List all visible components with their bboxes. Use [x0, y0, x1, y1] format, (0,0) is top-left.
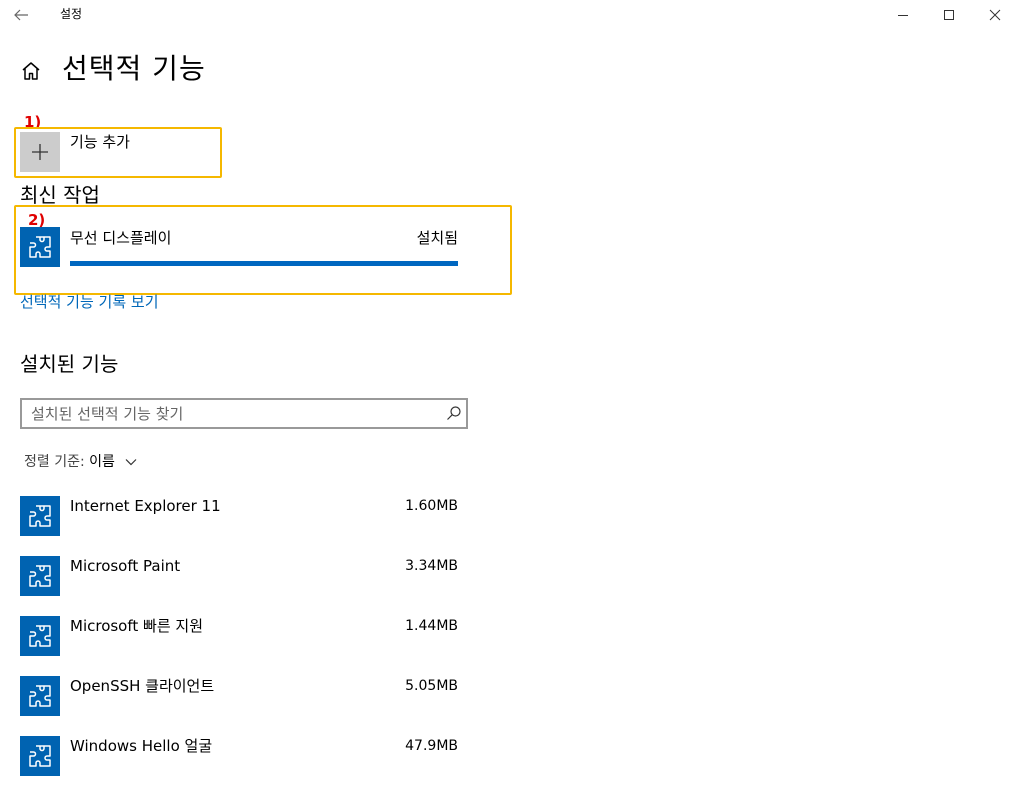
puzzle-icon: [20, 676, 60, 716]
list-item[interactable]: Internet Explorer 11 1.60MB: [20, 496, 460, 536]
list-item[interactable]: Microsoft Paint 3.34MB: [20, 556, 460, 596]
recent-feature-status: 설치됨: [416, 229, 458, 247]
chevron-down-icon: [125, 459, 137, 466]
feature-name: Internet Explorer 11: [70, 497, 221, 515]
home-icon[interactable]: [20, 60, 42, 82]
recent-feature-name: 무선 디스플레이: [70, 229, 172, 247]
plus-icon: [32, 144, 48, 160]
install-progress-bar: [70, 261, 458, 266]
puzzle-icon: [20, 556, 60, 596]
window-title: 설정: [60, 7, 83, 21]
maximize-button[interactable]: [926, 0, 972, 30]
sort-dropdown[interactable]: 정렬 기준: 이름: [24, 452, 137, 472]
feature-size: 47.9MB: [405, 738, 458, 754]
close-button[interactable]: [972, 0, 1012, 30]
close-icon: [989, 9, 1001, 21]
feature-name: Windows Hello 얼굴: [70, 737, 213, 755]
feature-size: 3.34MB: [405, 558, 458, 574]
puzzle-icon: [20, 227, 60, 267]
feature-size: 5.05MB: [405, 678, 458, 694]
sort-value: 이름: [89, 454, 115, 470]
maximize-icon: [944, 10, 954, 20]
add-feature-label[interactable]: 기능 추가: [70, 132, 130, 152]
search-input[interactable]: [22, 400, 432, 427]
feature-name: Microsoft 빠른 지원: [70, 617, 203, 635]
search-box[interactable]: [20, 398, 468, 429]
feature-size: 1.60MB: [405, 498, 458, 514]
feature-name: Microsoft Paint: [70, 557, 181, 575]
feature-size: 1.44MB: [405, 618, 458, 634]
sort-label: 정렬 기준:: [24, 454, 85, 470]
add-feature-button[interactable]: [20, 132, 60, 172]
puzzle-icon: [20, 616, 60, 656]
list-item[interactable]: Windows Hello 얼굴 47.9MB: [20, 736, 460, 776]
feature-history-link[interactable]: 선택적 기능 기록 보기: [20, 292, 159, 312]
install-progress-fill: [70, 261, 458, 266]
back-icon[interactable]: [12, 6, 30, 24]
minimize-button[interactable]: [880, 0, 926, 30]
page-title: 선택적 기능: [62, 52, 206, 85]
list-item[interactable]: Microsoft 빠른 지원 1.44MB: [20, 616, 460, 656]
installed-features-heading: 설치된 기능: [20, 352, 119, 376]
feature-name: OpenSSH 클라이언트: [70, 677, 215, 695]
puzzle-icon: [20, 736, 60, 776]
annotation-box-2: [14, 205, 512, 295]
minimize-icon: [898, 15, 908, 16]
puzzle-icon: [20, 496, 60, 536]
list-item[interactable]: OpenSSH 클라이언트 5.05MB: [20, 676, 460, 716]
search-icon[interactable]: [446, 405, 462, 421]
